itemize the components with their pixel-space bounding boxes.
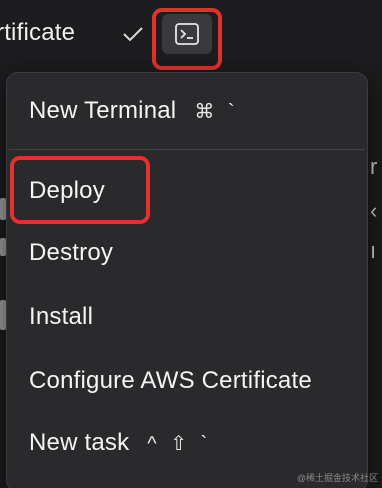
check-icon bbox=[123, 27, 143, 42]
menu-item-label: Install bbox=[29, 303, 94, 330]
shortcut-hint: ^ ⇧ ` bbox=[147, 433, 212, 455]
bg-glyph: ‹ bbox=[370, 198, 378, 223]
menu-item-install[interactable]: Install bbox=[29, 303, 93, 331]
menu-item-destroy[interactable]: Destroy bbox=[29, 239, 113, 267]
menu-item-label: Configure AWS Certificate bbox=[29, 367, 312, 394]
menu-item-configure-aws-certificate[interactable]: Configure AWS Certificate bbox=[29, 367, 312, 395]
top-title: rtificate bbox=[0, 19, 76, 46]
menu-divider bbox=[9, 149, 365, 150]
bg-glyph: r bbox=[370, 154, 378, 179]
menu-item-label: Destroy bbox=[29, 239, 114, 266]
menu-item-new-task[interactable]: New task ^ ⇧ ` bbox=[29, 429, 211, 457]
bg-glyph: ı bbox=[370, 238, 377, 263]
menu-item-label: New task bbox=[29, 429, 130, 456]
shortcut-hint: ⌘ ` bbox=[194, 101, 239, 123]
menu-item-new-terminal[interactable]: New Terminal ⌘ ` bbox=[29, 97, 239, 125]
menu-item-label: New Terminal bbox=[29, 97, 177, 124]
app-window: rtificate r ‹ ı New Terminal⌘ ` Deploy bbox=[0, 0, 382, 488]
top-bar: rtificate bbox=[0, 0, 382, 70]
watermark: @稀土掘金技术社区 bbox=[296, 473, 378, 483]
command-menu: New Terminal ⌘ ` Deploy Destroy Install C… bbox=[6, 72, 368, 488]
deploy-highlight bbox=[10, 156, 150, 224]
terminal-button-highlight bbox=[152, 8, 222, 70]
